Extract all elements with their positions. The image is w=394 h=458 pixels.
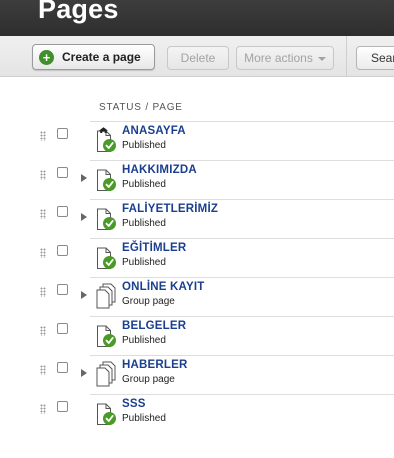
- page-title: Pages: [38, 0, 119, 24]
- page-title-link[interactable]: FALİYETLERİMİZ: [122, 203, 218, 215]
- expand-arrow-icon[interactable]: [81, 369, 87, 377]
- table-row[interactable]: ONLİNE KAYIT Group page: [0, 277, 394, 316]
- row-checkbox[interactable]: [57, 362, 68, 373]
- row-checkbox[interactable]: [57, 284, 68, 295]
- drag-handle-icon[interactable]: [40, 287, 46, 297]
- page-title-link[interactable]: SSS: [122, 398, 146, 410]
- drag-handle-icon[interactable]: [40, 170, 46, 180]
- row-checkbox[interactable]: [57, 323, 68, 334]
- chevron-down-icon: [317, 57, 326, 61]
- drag-handle-icon[interactable]: [40, 404, 46, 414]
- drag-handle-icon[interactable]: [40, 326, 46, 336]
- page-published-icon: [96, 205, 116, 230]
- page-published-icon: [96, 400, 116, 425]
- page-status: Group page: [122, 374, 175, 385]
- delete-label: Delete: [180, 51, 216, 65]
- expand-arrow-icon[interactable]: [81, 213, 87, 221]
- page-title-link[interactable]: HAKKIMIZDA: [122, 164, 197, 176]
- page-status: Published: [122, 179, 166, 190]
- create-page-button[interactable]: + Create a page: [32, 44, 155, 70]
- row-checkbox[interactable]: [57, 206, 68, 217]
- row-divider: [90, 199, 394, 200]
- page-status: Published: [122, 335, 166, 346]
- search-button[interactable]: Sear: [356, 46, 394, 70]
- page-status: Published: [122, 413, 166, 424]
- create-page-label: Create a page: [62, 50, 141, 64]
- expand-arrow-icon[interactable]: [81, 174, 87, 182]
- drag-handle-icon[interactable]: [40, 209, 46, 219]
- row-divider: [90, 316, 394, 317]
- table-row[interactable]: EĞİTİMLER Published: [0, 238, 394, 277]
- more-actions-label: More actions: [244, 51, 313, 65]
- row-checkbox[interactable]: [57, 167, 68, 178]
- table-row[interactable]: ANASAYFA Published: [0, 121, 394, 160]
- drag-handle-icon[interactable]: [40, 365, 46, 375]
- expand-arrow-icon[interactable]: [81, 291, 87, 299]
- row-divider: [90, 355, 394, 356]
- row-divider: [90, 238, 394, 239]
- search-label: Sear: [371, 51, 394, 65]
- page-published-icon: [96, 322, 116, 347]
- drag-handle-icon[interactable]: [40, 248, 46, 258]
- row-divider: [90, 394, 394, 395]
- table-row[interactable]: HABERLER Group page: [0, 355, 394, 394]
- table-row[interactable]: BELGELER Published: [0, 316, 394, 355]
- table-row[interactable]: HAKKIMIZDA Published: [0, 160, 394, 199]
- row-divider: [90, 160, 394, 161]
- table-row[interactable]: FALİYETLERİMİZ Published: [0, 199, 394, 238]
- row-checkbox[interactable]: [57, 128, 68, 139]
- page-title-link[interactable]: HABERLER: [122, 359, 188, 371]
- more-actions-button[interactable]: More actions: [236, 46, 334, 70]
- row-divider: [90, 277, 394, 278]
- delete-button[interactable]: Delete: [167, 46, 229, 70]
- page-title-link[interactable]: ANASAYFA: [122, 125, 186, 137]
- drag-handle-icon[interactable]: [40, 131, 46, 141]
- home-page-published-icon: [96, 127, 116, 152]
- app-header: Pages: [0, 0, 394, 36]
- row-checkbox[interactable]: [57, 245, 68, 256]
- table-row[interactable]: SSS Published: [0, 394, 394, 433]
- row-checkbox[interactable]: [57, 401, 68, 412]
- toolbar-divider: [346, 36, 347, 76]
- page-title-link[interactable]: ONLİNE KAYIT: [122, 281, 205, 293]
- page-title-link[interactable]: BELGELER: [122, 320, 186, 332]
- page-published-icon: [96, 166, 116, 191]
- page-published-icon: [96, 244, 116, 269]
- group-page-icon: [96, 361, 116, 387]
- group-page-icon: [96, 283, 116, 309]
- column-header-status-page: STATUS / PAGE: [99, 102, 183, 113]
- toolbar: + Create a page Delete More actions Sear: [0, 36, 394, 77]
- page-status: Published: [122, 140, 166, 151]
- page-status: Group page: [122, 296, 175, 307]
- page-status: Published: [122, 218, 166, 229]
- plus-icon: +: [39, 49, 54, 65]
- page-status: Published: [122, 257, 166, 268]
- page-title-link[interactable]: EĞİTİMLER: [122, 242, 186, 254]
- row-divider: [90, 121, 394, 122]
